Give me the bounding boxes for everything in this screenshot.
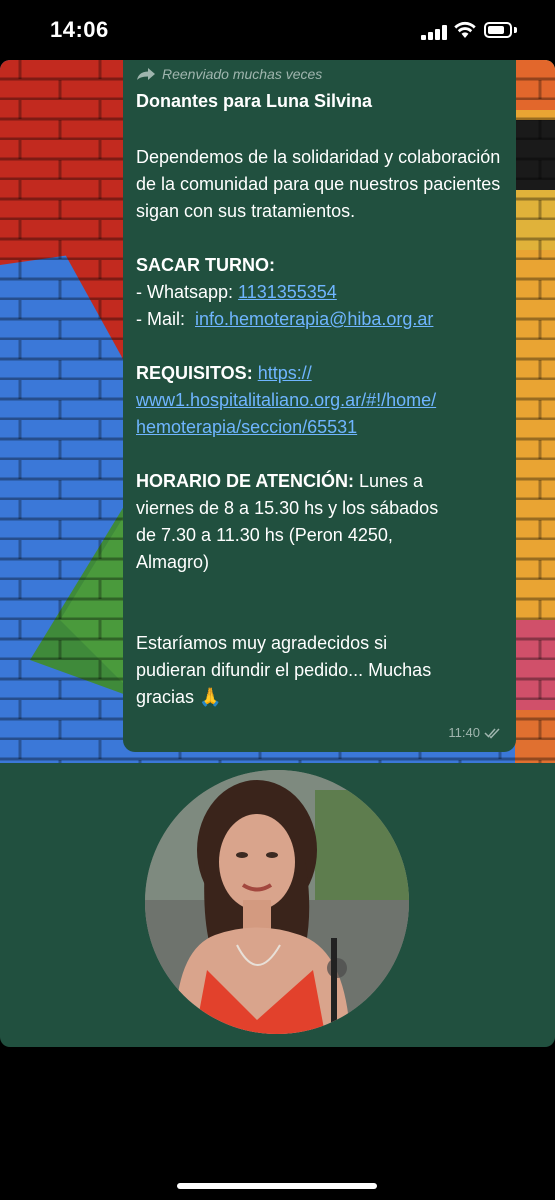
double-check-icon [484,727,500,739]
mail-link[interactable]: info.hemoterapia@hiba.org.ar [195,309,433,329]
battery-icon [484,22,512,38]
chat-area: Reenviado muchas veces Donantes para Lun… [0,60,555,1047]
message-time: 11:40 [448,725,480,740]
whatsapp-label: - Whatsapp: [136,282,239,302]
wifi-icon [454,21,476,38]
horario-text-4: Almagro) [136,552,210,572]
closing-text-1: Estaríamos muy agradecidos si [136,633,388,653]
horario-text-2: viernes de 8 a 15.30 hs y los sábados [136,498,439,518]
closing-text-2: pudieran difundir el pedido... Muchas [136,660,432,680]
horario-text-1: Lunes a [354,471,424,491]
turno-heading: SACAR TURNO: [136,255,275,275]
whatsapp-link[interactable]: 1131355354 [238,282,337,302]
horario-line: HORARIO DE ATENCIÓN: Lunes a [136,468,506,495]
battery-tip [514,27,517,33]
requisitos-link-part1[interactable]: https:// [258,363,312,383]
horario-text-3: de 7.30 a 11.30 hs (Peron 4250, [136,525,393,545]
home-indicator[interactable] [177,1183,377,1189]
forwarded-indicator: Reenviado muchas veces [136,66,322,82]
mail-line: - Mail: info.hemoterapia@hiba.org.ar [136,306,506,333]
requisitos-line: REQUISITOS: https:// [136,360,506,387]
mail-label: - Mail: [136,309,196,329]
forwarded-label: Reenviado muchas veces [162,66,323,82]
message-title: Donantes para Luna Silvina [136,91,373,111]
message-body: Dependemos de la solidaridad y colaborac… [136,144,506,711]
intro-text: Dependemos de la solidaridad y colaborac… [136,147,501,221]
message-bubble[interactable]: Reenviado muchas veces Donantes para Lun… [123,60,516,752]
forward-icon [137,68,155,80]
message-meta: 11:40 [448,725,502,740]
requisitos-heading: REQUISITOS: [136,363,253,383]
requisitos-link-part2[interactable]: www1.hospitalitaliano.org.ar/#!/home/ [136,390,436,410]
closing-text-3: gracias 🙏 [136,687,222,707]
requisitos-link-part3[interactable]: hemoterapia/seccion/65531 [136,417,357,437]
whatsapp-line: - Whatsapp: 1131355354 [136,279,506,306]
status-bar: 14:06 [0,0,555,62]
profile-photo[interactable] [145,770,409,1034]
horario-heading: HORARIO DE ATENCIÓN: [136,471,354,491]
signal-icon [421,24,447,40]
status-time: 14:06 [50,17,109,42]
